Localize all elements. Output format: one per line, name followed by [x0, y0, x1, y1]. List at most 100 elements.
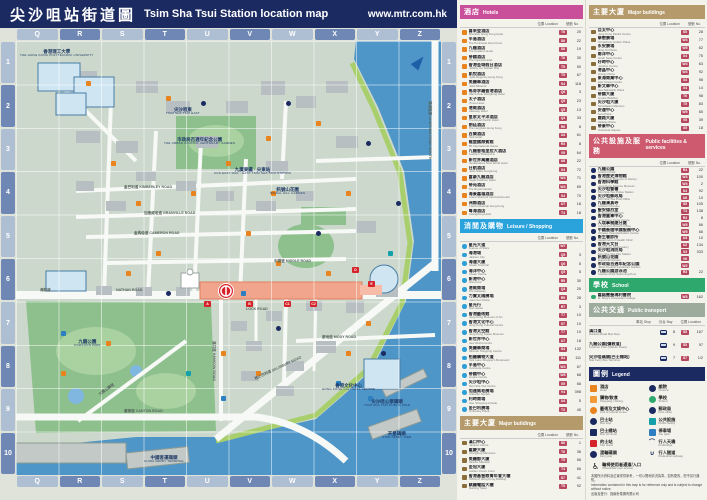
hotels-list: 喜來登酒店Sheraton Hong Kong Hotel T6 20 半島酒店… — [460, 28, 583, 217]
grid-ref-badge: Q6 — [559, 261, 567, 266]
building-icon — [462, 467, 467, 472]
hotel-icon — [462, 211, 467, 216]
bus-icon — [660, 330, 667, 336]
grid-ref-badge: W5 — [559, 373, 567, 378]
list-item: 南洋中心South Seas Centre X4 75 — [589, 52, 705, 60]
hotel-icon — [462, 99, 467, 104]
building-icon — [591, 94, 596, 99]
section-header-leisure: 消閒及購物 Leisure / Shopping — [460, 219, 583, 233]
section-header-major-buildings-1: 主要大廈 Major buildings — [460, 416, 583, 430]
hotel-icon — [462, 142, 467, 147]
map-poi-icon — [226, 161, 231, 166]
list-item: 利時商場Rise Shopping Arcade U4 5 — [460, 397, 583, 406]
facility-icon — [591, 175, 596, 180]
road-name-label: LOCK ROAD — [246, 307, 268, 311]
map-place-label: 中國客運碼頭 CHINA FERRY TERMINAL — [144, 455, 184, 464]
legend-symbol-icon — [590, 451, 597, 458]
building-icon — [591, 70, 596, 75]
list-item: 安達中心Auto Plaza W5 65 — [589, 108, 705, 116]
legend-item: 郵政局Post office — [649, 405, 706, 416]
grid-ref-badge: U7 — [559, 202, 567, 207]
legend-item: 的士站Taxi stand — [590, 438, 647, 449]
list-item: 帝國大廈Empire Building T6 98 — [589, 92, 705, 100]
grid-ref-badge: V4 — [559, 390, 567, 395]
list-item: 星光大道Avenue of Stars W7 — [460, 242, 583, 251]
index-panel: 酒店 Hotels 位置 Location 號數 No. 喜來登酒店Sherat… — [457, 0, 707, 500]
list-item: 華懋廣場Chinachem Golden Plaza W4 77 — [589, 36, 705, 44]
legend-item: 酒店Hotel — [590, 383, 647, 394]
list-item: 朗廷酒店The Langham Hong Kong R6 8 — [460, 123, 583, 132]
grid-ref-badge: T5 — [559, 73, 567, 78]
grid-ref-badge: W4 — [559, 364, 567, 369]
grid-number-cell: 3 — [442, 129, 456, 170]
hotel-icon — [462, 133, 467, 138]
hotel-icon — [462, 90, 467, 95]
legend-symbol-icon — [649, 396, 656, 403]
list-item: 龍堡國際賓館BP International House R3 8 — [460, 140, 583, 149]
mtr-station-logo — [218, 283, 234, 299]
legend-symbol-icon — [649, 418, 656, 425]
grid-letter-cell: Z — [400, 29, 441, 40]
hotel-icon — [462, 73, 467, 78]
grid-ref-badge: R5 — [559, 295, 567, 300]
grid-ref-badge: U2 — [681, 243, 689, 248]
grid-ref-badge: T5 — [559, 484, 567, 489]
map-poi-icon — [396, 201, 401, 206]
index-column-1: 酒店 Hotels 位置 Location 號數 No. 喜來登酒店Sherat… — [457, 0, 585, 500]
leisure-icon — [462, 364, 467, 369]
mtr-website-link[interactable]: www.mtr.com.hk — [368, 9, 447, 20]
grid-letter-cell: Q — [17, 29, 58, 40]
legend-symbol-icon — [649, 385, 656, 392]
wheelchair-icon: ♿ — [592, 462, 599, 471]
legend-item: 巴士總站Bus terminus — [590, 427, 647, 438]
legend-body: 酒店Hotel 購物/飲食Shopping / Dining 藝術及文娛中心Ar… — [589, 382, 705, 460]
grid-ref-badge: T7 — [559, 313, 567, 318]
grid-number-cell: 8 — [442, 346, 456, 387]
list-item: 富豪九龍酒店Regal Kowloon Hotel W4 71 — [460, 174, 583, 183]
major-buildings-list-2: 亞太中心Hong Kong Pacific Centre S5 28 華懋廣場C… — [589, 28, 705, 132]
list-item: 尖沙咀大廈Tsimshatsui Mansion T5 83 — [589, 100, 705, 108]
list-item: 金巴利廣場Kimberley Plaza T3 45 — [460, 405, 583, 414]
public-transport-list: 漢口道Hankow Road Bus Stop 8 S5 167 九龍公園(彌敦… — [589, 326, 705, 365]
leisure-icon — [462, 356, 467, 361]
road-name-label: 金巴利道 KIMBERLEY ROAD — [124, 185, 172, 190]
grid-letter-cell: U — [187, 476, 228, 487]
leisure-icon — [462, 330, 467, 335]
list-item: 香港太空館Hong Kong Space Museum T7 10 — [460, 328, 583, 337]
map-poi-icon — [316, 231, 321, 236]
grid-number-cell: 5 — [1, 216, 15, 257]
building-icon — [591, 118, 596, 123]
index-column-2: 主要大廈 Major buildings 位置 Location 號數 No. … — [585, 0, 707, 500]
list-item: 重慶大廈Chungking Mansions T6 36 — [460, 448, 583, 457]
building-icon — [591, 46, 596, 51]
major-buildings-list-1: 漢口中心Hankow Centre S6 1 重慶大廈Chungking Man… — [460, 439, 583, 491]
grid-number-cell: 10 — [442, 433, 456, 474]
leisure-icon — [462, 382, 467, 387]
road-name-label: 海防道 — [40, 288, 51, 293]
list-item: 尖沙咀中心Tsim Sha Tsui Centre X5 66 — [460, 380, 583, 389]
map-place-label: 尖沙咀公眾碼頭 TSIM SHA TSUI PUBLIC PIER — [364, 399, 410, 408]
road-name-label: NATHAN ROAD — [116, 288, 142, 292]
grid-letter-cell: T — [145, 476, 186, 487]
station-exit-marker: C1 — [284, 301, 291, 307]
grid-ref-badge: W4 — [681, 70, 689, 75]
grid-number-cell: 2 — [1, 85, 15, 126]
map-poi-icon — [166, 291, 171, 296]
map-poi-icon — [86, 81, 91, 86]
tst-station-map-page: 尖沙咀站街道圖 Tsim Sha Tsui Station location m… — [0, 0, 707, 500]
map-poi-icon — [221, 396, 226, 401]
road-name-label: 廣東道 CANTON ROAD — [124, 409, 163, 414]
grid-letters-top: QRSTUVWXYZ — [16, 28, 441, 41]
grid-ref-badge: Q5 — [559, 270, 567, 275]
leisure-list: 星光大道Avenue of Stars W7 海港城Harbour City Q… — [460, 242, 583, 414]
map-poi-icon — [106, 341, 111, 346]
list-item: 九龍公園游泳池Kowloon Park Swimming Pool R3 22 — [589, 269, 705, 276]
legend-symbol-icon: ⌒ — [649, 440, 656, 447]
road-name-label: 漢口道 HANKOW ROAD — [211, 341, 216, 381]
street-map-canvas[interactable]: ABC1C2DE 香港理工大學 THE HONG KONG POLYTECHNI… — [16, 41, 441, 475]
grid-letter-cell: T — [145, 29, 186, 40]
list-item: 尖沙咀碼頭(巴士總站)Star Ferry Bus Terminus 7 S7 … — [589, 352, 705, 365]
grid-number-cell: 9 — [442, 389, 456, 430]
grid-ref-badge: T5 — [559, 458, 567, 463]
facility-icon — [591, 202, 596, 207]
